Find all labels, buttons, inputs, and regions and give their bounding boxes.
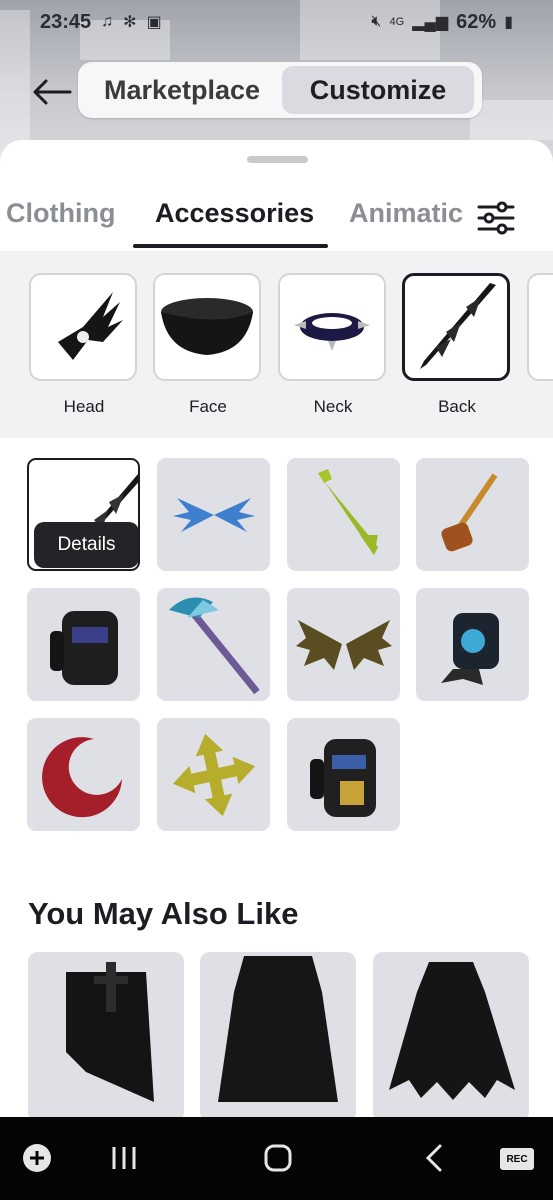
subcategory-thumb bbox=[153, 273, 261, 381]
arrows-icon bbox=[172, 733, 255, 816]
section-title: You May Also Like bbox=[28, 896, 299, 931]
mode-switch: Marketplace Customize bbox=[78, 62, 482, 118]
system-nav-bar: REC bbox=[0, 1117, 553, 1200]
details-button[interactable]: Details bbox=[34, 522, 138, 568]
arrow-left-icon bbox=[33, 79, 72, 105]
subcategory-label: Back bbox=[438, 397, 476, 416]
subcategory-face[interactable]: Face bbox=[153, 273, 263, 417]
item-tile[interactable] bbox=[27, 718, 140, 831]
segment-customize[interactable]: Customize bbox=[282, 66, 474, 114]
subcategory-label: Neck bbox=[313, 397, 353, 416]
sliders-icon bbox=[477, 201, 515, 235]
subcategory-thumb bbox=[29, 273, 137, 381]
hammer-icon bbox=[440, 472, 497, 551]
drag-handle[interactable] bbox=[247, 156, 308, 163]
green-staff-icon bbox=[317, 468, 378, 555]
item-tile[interactable] bbox=[287, 458, 400, 571]
spiked-collar-icon bbox=[294, 313, 370, 351]
item-tile[interactable] bbox=[157, 718, 270, 831]
subcategory-thumb bbox=[278, 273, 386, 381]
segment-marketplace[interactable]: Marketplace bbox=[82, 66, 282, 114]
wing-headpiece-icon bbox=[58, 292, 123, 360]
item-tile[interactable] bbox=[287, 718, 400, 831]
home-icon[interactable] bbox=[263, 1143, 293, 1173]
network-type: 4G bbox=[389, 16, 405, 28]
subcategory-back[interactable]: Back bbox=[402, 273, 512, 417]
signal-icon: ▂▄▆ bbox=[412, 14, 449, 31]
music-note-icon: ♫ bbox=[101, 13, 114, 30]
subcategory-label: Head bbox=[63, 397, 105, 416]
recommendation-card[interactable] bbox=[373, 952, 529, 1117]
record-icon[interactable]: REC bbox=[500, 1148, 534, 1170]
item-tile[interactable] bbox=[157, 588, 270, 701]
item-tile[interactable] bbox=[157, 458, 270, 571]
cloak-icon bbox=[218, 956, 338, 1102]
item-grid: Details bbox=[27, 458, 531, 834]
image-icon: ▣ bbox=[146, 14, 162, 31]
subcategory-next[interactable] bbox=[527, 273, 553, 381]
tab-clothing[interactable]: Clothing bbox=[6, 198, 115, 229]
recents-icon[interactable] bbox=[110, 1143, 138, 1173]
subcategory-neck[interactable]: Neck bbox=[278, 273, 388, 417]
backpack-icon bbox=[309, 738, 376, 817]
recommendation-card[interactable] bbox=[200, 952, 356, 1117]
mute-icon: 🔇︎ bbox=[371, 13, 382, 30]
sword-icon bbox=[420, 283, 496, 369]
status-time: 23:45 bbox=[40, 10, 92, 33]
back-icon[interactable] bbox=[422, 1143, 446, 1173]
cape-icon bbox=[66, 962, 154, 1102]
customize-sheet: Clothing Accessories Animatic Head Face … bbox=[0, 140, 553, 1117]
game-icon[interactable] bbox=[22, 1143, 52, 1173]
tab-indicator bbox=[133, 244, 328, 248]
bat-wings-icon bbox=[295, 619, 392, 670]
item-tile[interactable] bbox=[416, 458, 529, 571]
tattered-cape-icon bbox=[389, 962, 515, 1100]
category-tabs: Clothing Accessories Animatic bbox=[0, 180, 553, 252]
recommendation-card[interactable] bbox=[28, 952, 184, 1117]
robot-pack-icon bbox=[440, 612, 499, 685]
battery-level: 62% bbox=[456, 10, 497, 33]
battery-icon: ▮ bbox=[504, 14, 513, 31]
back-button[interactable] bbox=[30, 72, 74, 112]
subcategory-thumb bbox=[402, 273, 510, 381]
filter-button[interactable] bbox=[475, 198, 517, 238]
bug-icon: ✻ bbox=[123, 14, 137, 31]
item-tile[interactable] bbox=[27, 588, 140, 701]
red-crescent-icon bbox=[41, 736, 122, 817]
scythe-icon bbox=[168, 597, 260, 694]
tab-accessories[interactable]: Accessories bbox=[155, 198, 314, 229]
item-tile[interactable]: Details bbox=[27, 458, 140, 571]
subcategory-label: Face bbox=[189, 397, 227, 416]
status-bar: 23:45 ♫ ✻ ▣ 🔇︎ 4G ▂▄▆ 62% ▮ bbox=[0, 0, 553, 44]
item-tile[interactable] bbox=[287, 588, 400, 701]
item-tile[interactable] bbox=[416, 588, 529, 701]
backpack-icon bbox=[49, 610, 118, 685]
subcategory-row: Head Face Neck Back bbox=[0, 251, 553, 438]
tab-animations[interactable]: Animatic bbox=[349, 198, 464, 229]
subcategory-head[interactable]: Head bbox=[29, 273, 139, 417]
bandana-icon bbox=[161, 298, 253, 355]
blue-wings-icon bbox=[172, 497, 255, 532]
subcategory-thumb bbox=[527, 273, 553, 381]
